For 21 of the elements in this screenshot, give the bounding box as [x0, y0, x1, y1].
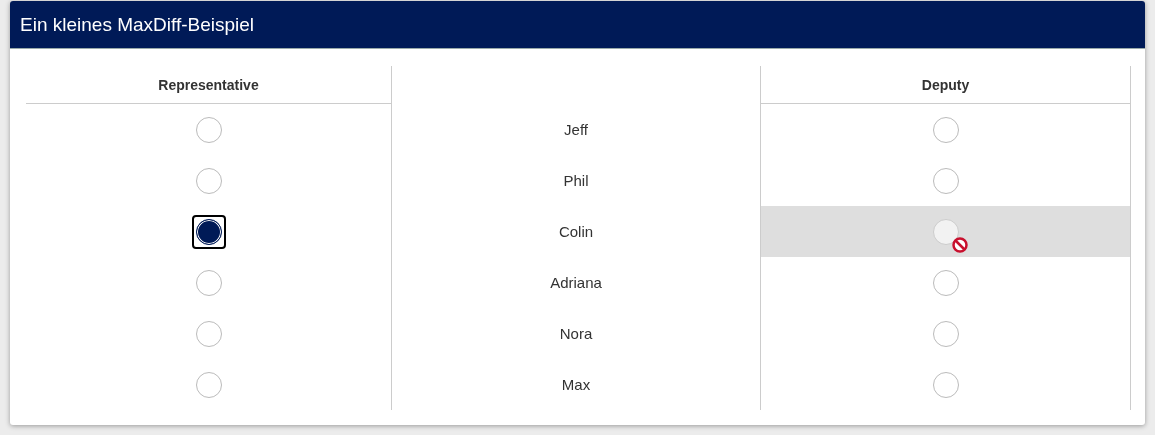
item-label: Phil [563, 172, 589, 189]
item-label: Jeff [564, 121, 588, 138]
column-header: Deputy [761, 66, 1131, 104]
column-header: Representative [26, 66, 391, 104]
radio-button[interactable] [932, 320, 959, 347]
radio-button[interactable] [195, 269, 222, 296]
item-label: Adriana [550, 274, 602, 291]
question-title: Ein kleines MaxDiff-Beispiel [10, 1, 1145, 49]
radio-button[interactable] [932, 167, 959, 194]
radio-button[interactable] [195, 116, 222, 143]
radio-button[interactable] [195, 371, 222, 398]
radio-button[interactable] [932, 116, 959, 143]
radio-button[interactable] [195, 320, 222, 347]
radio-button[interactable] [195, 167, 222, 194]
not-allowed-cursor-icon [951, 236, 968, 253]
item-label: Max [561, 376, 591, 393]
radio-button[interactable] [932, 269, 959, 296]
radio-button[interactable] [932, 371, 959, 398]
item-label: Nora [559, 325, 593, 342]
item-label: Colin [558, 223, 594, 240]
radio-button[interactable] [195, 218, 222, 245]
